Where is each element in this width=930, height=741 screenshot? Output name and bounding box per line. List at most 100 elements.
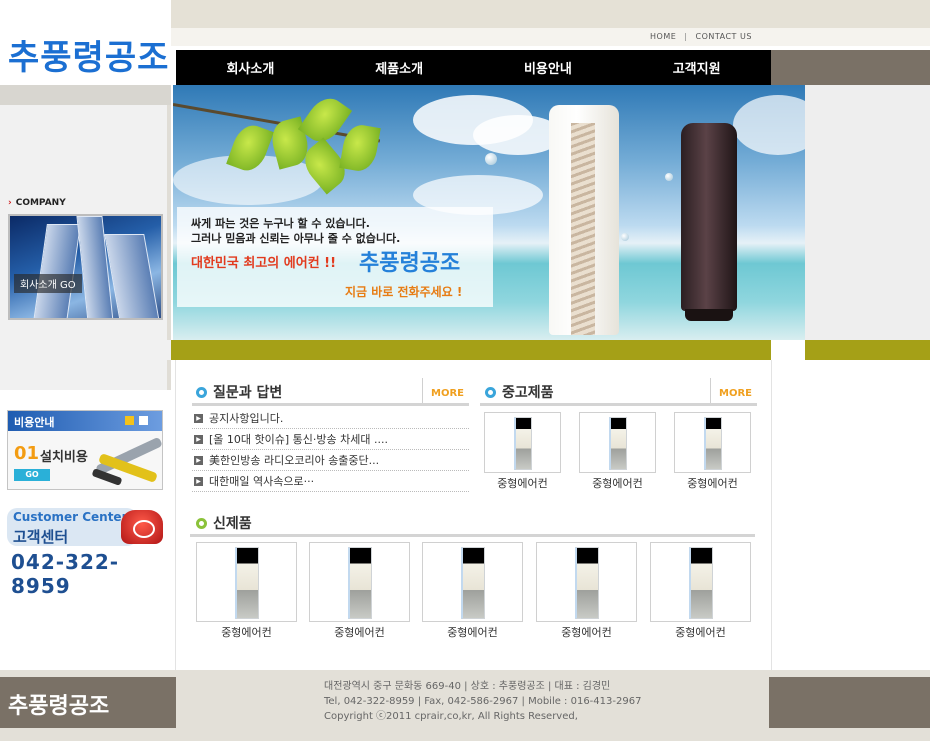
footer-address: 대전광역시 중구 문화동 669-40 | 상호 : 추풍령공조 | 대표 : … (324, 681, 611, 692)
new-product-label[interactable]: 중형에어컨 (196, 624, 297, 640)
customer-center-en: Customer Center (13, 510, 128, 524)
banner-brand: 추풍령공조 (359, 250, 461, 276)
company-intro-banner[interactable]: 회사소개 GO (8, 214, 163, 320)
dark-air-conditioner-base (685, 309, 733, 321)
white-square-icon (139, 416, 148, 425)
list-item[interactable]: ▶ 대한매일 역사속으로··· (192, 471, 469, 492)
install-cost-banner[interactable]: 비용안내 01 설치비용 GO (7, 410, 163, 490)
water-drop (665, 173, 673, 181)
banner-line-3: 대한민국 최고의 에어컨 !! (191, 256, 337, 271)
used-product-label[interactable]: 중형에어컨 (674, 475, 751, 491)
top-links: HOME | CONTACT US (650, 32, 752, 41)
air-conditioner-thumbnail (460, 547, 485, 619)
nav-item-company[interactable]: 회사소개 (176, 58, 325, 77)
top-links-strip-right (771, 28, 930, 46)
cost-banner-title: 비용안내 (14, 416, 55, 429)
used-product-card[interactable] (674, 412, 751, 473)
white-air-conditioner-image (549, 105, 619, 335)
arrow-right-icon: › (8, 198, 12, 208)
circle-bullet-icon (485, 386, 496, 398)
home-link[interactable]: HOME (650, 32, 676, 41)
customer-center-banner[interactable]: Customer Center 고객센터 042-322-8959 (7, 506, 163, 598)
cost-number: 01 (14, 443, 40, 464)
left-olive-gap (0, 340, 176, 360)
new-product-label[interactable]: 중형에어컨 (309, 624, 410, 640)
new-product-card[interactable] (309, 542, 410, 622)
footer-copyright: Copyright ⓒ2011 cprair,co,kr, All Rights… (324, 711, 578, 722)
new-product-card[interactable] (196, 542, 297, 622)
banner-cloud (733, 95, 805, 155)
qa-list: ▶ 공지사항입니다. ▶ [올 10대 핫이슈] 통신·방송 차세대 .... ▶ 美… (192, 408, 469, 492)
main-nav: 회사소개 제품소개 비용안내 고객지원 (176, 50, 771, 85)
circle-bullet-icon (196, 517, 207, 529)
right-column (771, 360, 930, 670)
list-item[interactable]: ▶ 공지사항입니다. (192, 408, 469, 429)
cost-go-button[interactable]: GO (14, 469, 50, 481)
new-product-label[interactable]: 중형에어컨 (422, 624, 523, 640)
left-divider-band (0, 85, 171, 105)
qa-more-link[interactable]: MORE (422, 378, 464, 404)
banner-line-2: 그러나 믿음과 신뢰는 아무나 줄 수 없습니다. (191, 232, 401, 245)
air-conditioner-thumbnail (347, 547, 372, 619)
circle-bullet-icon (196, 386, 207, 398)
used-product-card[interactable] (484, 412, 561, 473)
footer-contact: Tel, 042-322-8959 | Fax, 042-586-2967 | … (324, 696, 642, 707)
air-conditioner-thumbnail (703, 417, 722, 470)
used-product-label[interactable]: 중형에어컨 (484, 475, 561, 491)
used-product-label[interactable]: 중형에어컨 (579, 475, 656, 491)
air-conditioner-thumbnail (513, 417, 532, 470)
arrow-bullet-icon: ▶ (194, 413, 203, 423)
new-products-underline (190, 534, 755, 537)
footer-right-block (769, 677, 930, 728)
main-banner: 싸게 파는 것은 누구나 할 수 있습니다. 그러나 믿음과 신뢰는 아무나 줄… (173, 85, 805, 340)
contact-us-link[interactable]: CONTACT US (695, 32, 751, 41)
nav-right-block (771, 50, 930, 85)
arrow-bullet-icon: ▶ (194, 434, 203, 444)
content-left-border (175, 360, 176, 670)
footer-info: 대전광역시 중구 문화동 669-40 | 상호 : 추풍령공조 | 대표 : … (324, 679, 641, 724)
cost-label: 설치비용 (40, 450, 88, 465)
new-product-label[interactable]: 중형에어컨 (536, 624, 637, 640)
banner-right-filler (805, 85, 930, 340)
telephone-icon (121, 510, 163, 544)
arrow-bullet-icon: ▶ (194, 455, 203, 465)
new-products-title: 신제품 (196, 513, 252, 533)
nav-item-products[interactable]: 제품소개 (325, 58, 474, 77)
dark-air-conditioner-image (681, 123, 737, 311)
header-top-band-right (771, 0, 930, 28)
olive-divider-bar (171, 340, 771, 360)
company-go-button[interactable]: 회사소개 GO (14, 274, 82, 293)
nav-item-pricing[interactable]: 비용안내 (474, 58, 623, 77)
new-product-label[interactable]: 중형에어컨 (650, 624, 751, 640)
arrow-bullet-icon: ▶ (194, 476, 203, 486)
top-links-separator: | (684, 32, 688, 41)
building-image (104, 234, 160, 318)
new-product-card[interactable] (422, 542, 523, 622)
yellow-square-icon (125, 416, 134, 425)
list-item[interactable]: ▶ [올 10대 핫이슈] 통신·방송 차세대 .... (192, 429, 469, 450)
olive-divider-bar-right (805, 340, 930, 360)
air-conditioner-thumbnail (234, 547, 259, 619)
used-products-underline (480, 403, 757, 406)
banner-line-1: 싸게 파는 것은 누구나 할 수 있습니다. (191, 217, 370, 230)
new-product-card[interactable] (536, 542, 637, 622)
list-item[interactable]: ▶ 美한인방송 라디오코리아 송출중단... (192, 450, 469, 471)
new-product-card[interactable] (650, 542, 751, 622)
water-drop (485, 153, 497, 165)
qa-section-underline (192, 403, 469, 406)
customer-center-kr: 고객센터 (13, 528, 69, 546)
used-products-more-link[interactable]: MORE (710, 378, 752, 404)
building-image (33, 224, 81, 318)
air-conditioner-thumbnail (688, 547, 713, 619)
used-product-card[interactable] (579, 412, 656, 473)
water-drop (621, 233, 629, 241)
used-products-title: 중고제품 (485, 382, 554, 402)
air-conditioner-thumbnail (608, 417, 627, 470)
banner-call-to-action: 지금 바로 전화주세요 ! (345, 285, 463, 299)
company-section-label: › COMPANY (8, 198, 66, 208)
site-logo[interactable]: 추풍령공조 (8, 30, 169, 79)
air-conditioner-thumbnail (574, 547, 599, 619)
qa-section-title: 질문과 답변 (196, 382, 282, 402)
nav-item-support[interactable]: 고객지원 (622, 58, 771, 77)
header-top-band (171, 0, 771, 28)
